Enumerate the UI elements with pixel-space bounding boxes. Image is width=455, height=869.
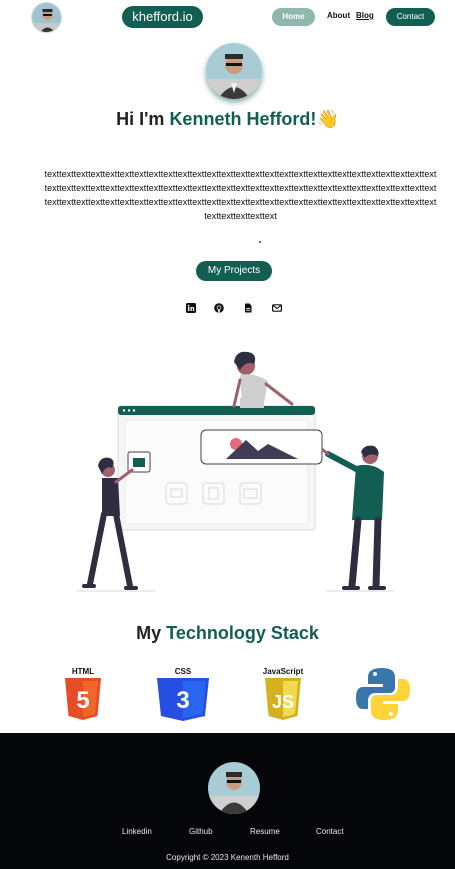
- css3-logo-icon: CSS 3: [157, 667, 209, 721]
- nav-home-button[interactable]: Home: [272, 8, 315, 26]
- bio-text: texttexttexttexttexttexttexttexttexttext…: [44, 169, 437, 221]
- nav-contact-button[interactable]: Contact: [386, 8, 435, 26]
- python-logo-icon: [356, 668, 410, 720]
- avatar[interactable]: [31, 2, 62, 33]
- javascript-logo-icon: JavaScript JS: [263, 667, 304, 720]
- footer-linkedin-link[interactable]: Linkedin: [122, 827, 152, 836]
- top-navbar: khefford.io Home About Blog Contact: [0, 0, 455, 34]
- hero-headline: Hi I'm Kenneth Hefford!👋: [0, 109, 455, 130]
- my-projects-button[interactable]: My Projects: [196, 261, 272, 281]
- footer-avatar: [208, 762, 260, 814]
- brand-logo-button[interactable]: khefford.io: [122, 6, 203, 28]
- github-icon[interactable]: [214, 303, 224, 313]
- tech-title-prefix: My: [136, 623, 167, 643]
- wave-emoji-icon: 👋: [316, 109, 339, 129]
- footer: Linkedin Github Resume Contact Copyright…: [0, 733, 455, 869]
- divider-dot: [259, 241, 261, 243]
- html-label: HTML: [72, 667, 94, 676]
- nav-about-link[interactable]: About: [327, 11, 350, 20]
- html-number: 5: [76, 687, 89, 714]
- html5-logo-icon: HTML 5: [65, 667, 101, 720]
- copyright-text: Copyright © 2023 Kenenth Hefford: [166, 853, 289, 862]
- css-label: CSS: [175, 667, 192, 676]
- profile-avatar: [206, 43, 262, 99]
- footer-github-link[interactable]: Github: [189, 827, 213, 836]
- tech-title-accent: Technology Stack: [166, 623, 319, 643]
- resume-file-icon[interactable]: [243, 303, 253, 313]
- javascript-number: JS: [272, 692, 294, 712]
- name-text: Kenneth Hefford!: [169, 109, 317, 129]
- nav-blog-link[interactable]: Blog: [356, 11, 374, 20]
- tech-stack-heading: My Technology Stack: [0, 623, 455, 644]
- footer-contact-link[interactable]: Contact: [316, 827, 344, 836]
- email-icon[interactable]: [272, 303, 282, 313]
- team-collaboration-illustration: [76, 351, 394, 592]
- javascript-label: JavaScript: [263, 667, 304, 676]
- greeting-text: Hi I'm: [116, 109, 170, 129]
- linkedin-icon[interactable]: [186, 303, 196, 313]
- footer-resume-link[interactable]: Resume: [250, 827, 280, 836]
- css-number: 3: [176, 687, 189, 714]
